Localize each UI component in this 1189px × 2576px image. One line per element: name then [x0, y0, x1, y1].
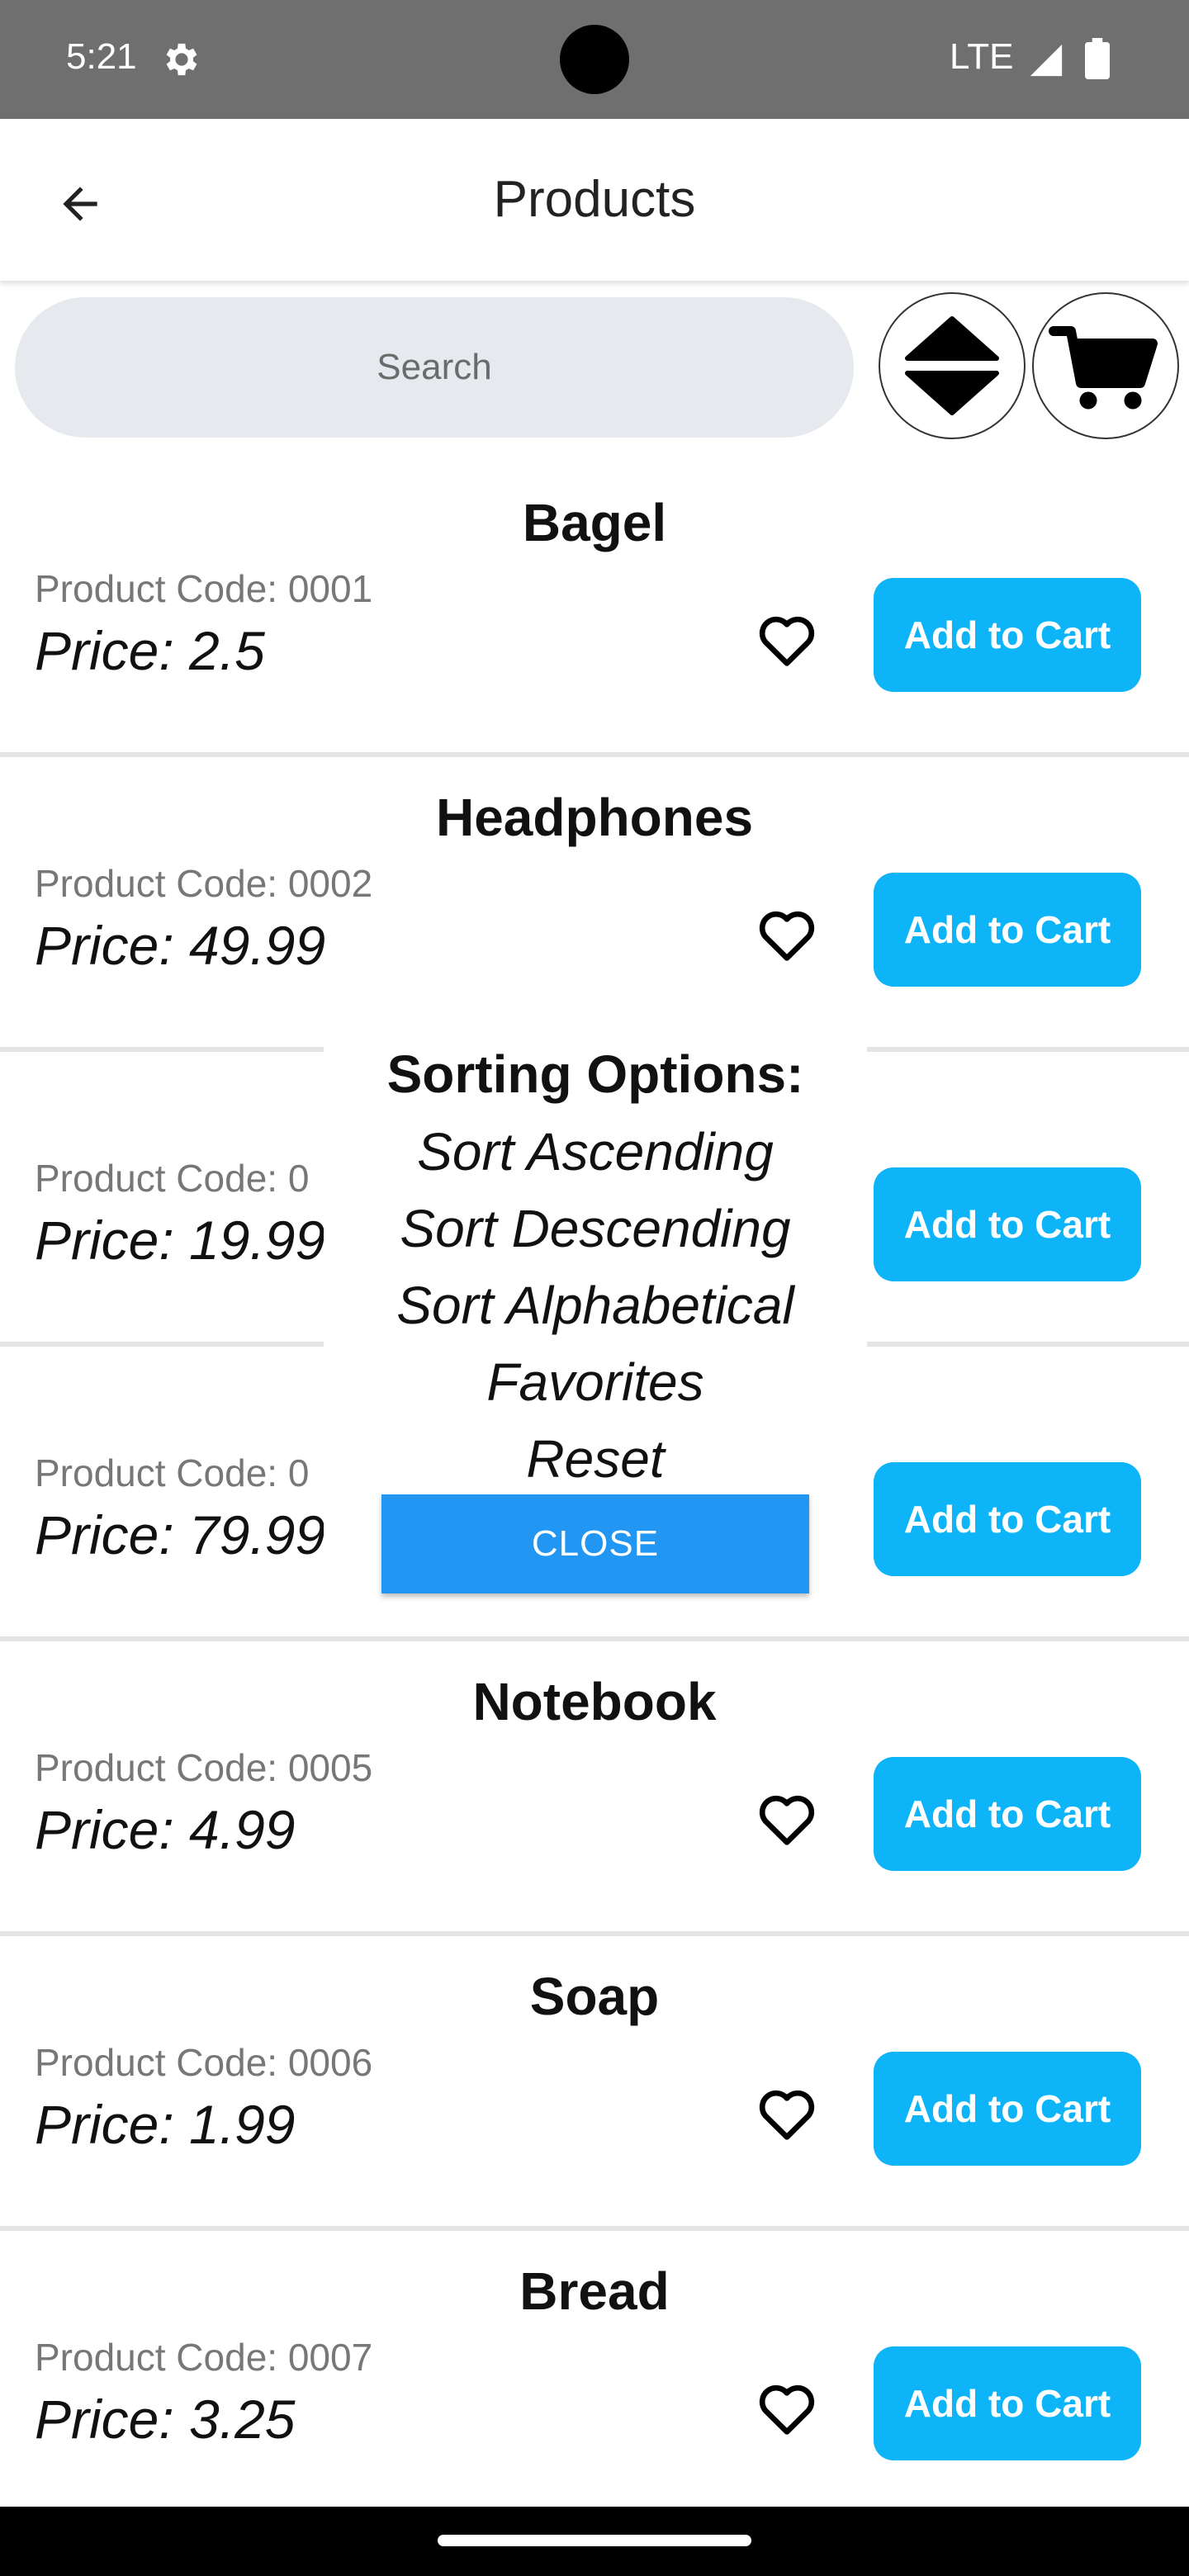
- network-label: LTE: [950, 36, 1014, 77]
- product-name: Bagel: [522, 493, 667, 552]
- product-price: Price: 49.99: [35, 915, 326, 976]
- product-price: Price: 19.99: [35, 1210, 326, 1271]
- product-price: Price: 1.99: [35, 2094, 296, 2155]
- product-code: Product Code: 0005: [35, 1746, 373, 1789]
- status-bar: 5:21 LTE: [0, 0, 1189, 119]
- heart-icon: [759, 1795, 815, 1845]
- heart-icon: [759, 2090, 815, 2140]
- heart-icon: [759, 911, 815, 961]
- add-to-cart-button[interactable]: Add to Cart: [874, 1462, 1141, 1576]
- product-code: Product Code: 0007: [35, 2336, 373, 2379]
- search-bar[interactable]: [15, 297, 854, 438]
- favorite-button[interactable]: [750, 897, 824, 972]
- close-button[interactable]: CLOSE: [381, 1494, 809, 1593]
- sort-options-dialog: Sorting Options: Sort Ascending Sort Des…: [324, 1034, 867, 1630]
- reset-option[interactable]: Reset: [324, 1428, 867, 1489]
- heart-icon: [759, 2384, 815, 2435]
- product-name: Bread: [519, 2261, 670, 2321]
- add-to-cart-button[interactable]: Add to Cart: [874, 1167, 1141, 1281]
- product-row: Notebook Product Code: 0005 Price: 4.99 …: [0, 1641, 1189, 1936]
- product-price: Price: 2.5: [35, 620, 265, 681]
- status-time: 5:21: [66, 36, 137, 77]
- signal-icon: [1030, 44, 1063, 77]
- product-price: Price: 3.25: [35, 2389, 296, 2450]
- product-code: Product Code: 0: [35, 1451, 310, 1494]
- gear-icon: [166, 43, 197, 76]
- sort-alphabetical-option[interactable]: Sort Alphabetical: [324, 1275, 867, 1336]
- add-to-cart-button[interactable]: Add to Cart: [874, 1757, 1141, 1871]
- product-code: Product Code: 0: [35, 1157, 310, 1200]
- product-name: Notebook: [472, 1672, 717, 1731]
- product-row: Headphones Product Code: 0002 Price: 49.…: [0, 757, 1189, 1052]
- sort-descending-option[interactable]: Sort Descending: [324, 1198, 867, 1259]
- product-code: Product Code: 0002: [35, 862, 373, 905]
- favorite-button[interactable]: [750, 2076, 824, 2151]
- sort-ascending-option[interactable]: Sort Ascending: [324, 1121, 867, 1182]
- add-to-cart-button[interactable]: Add to Cart: [874, 578, 1141, 692]
- product-row: Soap Product Code: 0006 Price: 1.99 Add …: [0, 1936, 1189, 2231]
- sort-button[interactable]: [879, 292, 1026, 439]
- product-price: Price: 79.99: [35, 1504, 326, 1565]
- camera-cutout: [560, 25, 629, 94]
- add-to-cart-button[interactable]: Add to Cart: [874, 873, 1141, 987]
- heart-icon: [759, 616, 815, 666]
- product-name: Soap: [529, 1967, 660, 2026]
- search-input[interactable]: [15, 297, 854, 438]
- product-row: Bread Product Code: 0007 Price: 3.25 Add…: [0, 2231, 1189, 2526]
- shopping-cart-icon: [1049, 326, 1158, 410]
- dialog-title: Sorting Options:: [386, 1044, 804, 1104]
- product-code: Product Code: 0001: [35, 567, 373, 610]
- navigation-bar: [0, 2507, 1189, 2576]
- add-to-cart-button[interactable]: Add to Cart: [874, 2346, 1141, 2460]
- product-price: Price: 4.99: [35, 1799, 296, 1860]
- favorites-option[interactable]: Favorites: [324, 1352, 867, 1413]
- favorite-button[interactable]: [750, 1782, 824, 1856]
- cart-button[interactable]: [1032, 292, 1179, 439]
- favorite-button[interactable]: [750, 2371, 824, 2446]
- battery-icon: [1085, 38, 1110, 79]
- page-title: Products: [493, 171, 696, 228]
- home-handle[interactable]: [438, 2535, 751, 2546]
- add-to-cart-button[interactable]: Add to Cart: [874, 2052, 1141, 2166]
- app-bar: Products: [0, 119, 1189, 281]
- product-name: Headphones: [435, 788, 754, 847]
- favorite-button[interactable]: [750, 603, 824, 677]
- sort-up-down-icon: [905, 316, 999, 415]
- product-row: Bagel Product Code: 0001 Price: 2.5 Add …: [0, 462, 1189, 757]
- product-code: Product Code: 0006: [35, 2041, 373, 2084]
